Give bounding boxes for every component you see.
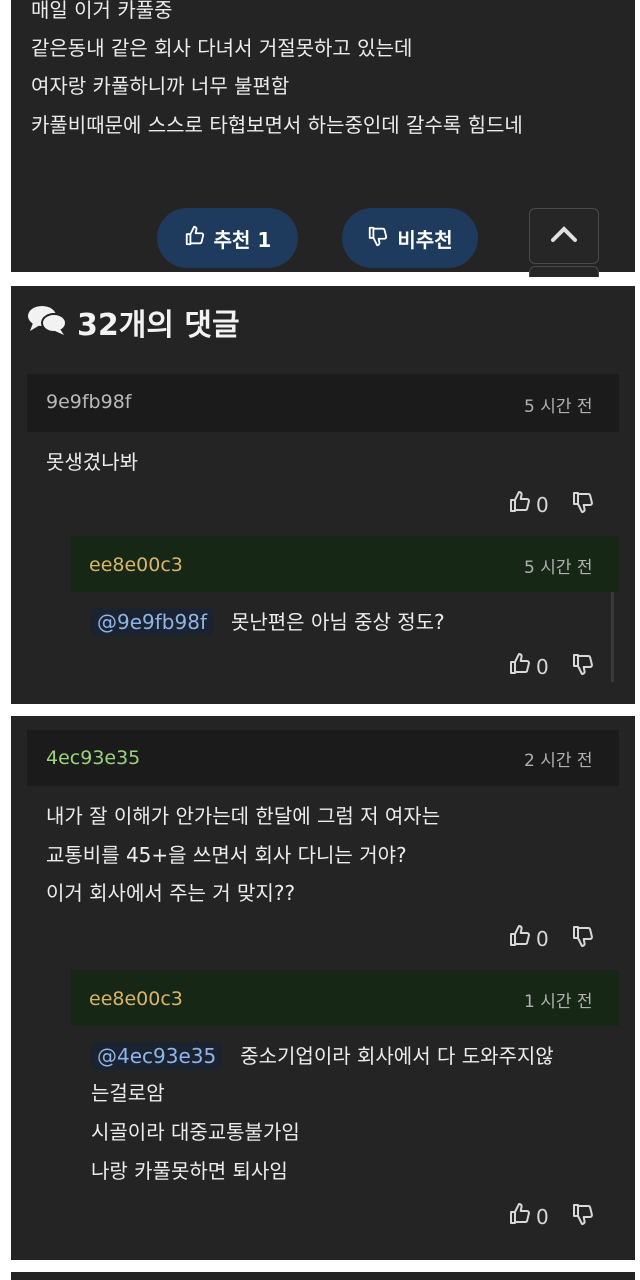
- reply-text-line: 중소기업이라 회사에서 다 도와주지않: [240, 1044, 554, 1068]
- dislike-button[interactable]: [571, 924, 595, 953]
- dislike-button[interactable]: [571, 652, 595, 681]
- post-text-line: 카풀비때문에 스스로 타협보면서 하는중인데 갈수록 힘드네: [31, 113, 523, 137]
- reply-text-line: 못난편은 아님 중상 정도?: [230, 610, 445, 634]
- dislike-button[interactable]: [571, 1202, 595, 1231]
- reply-text-line: 나랑 카풀못하면 퇴사임: [91, 1159, 288, 1183]
- reply-time: 1 시간 전: [524, 992, 593, 1012]
- reply-author[interactable]: ee8e00c3: [89, 554, 183, 576]
- like-button[interactable]: [508, 1202, 532, 1231]
- like-count: 0: [536, 654, 549, 679]
- comment-time: 2 시간 전: [524, 751, 593, 771]
- thumbs-up-icon: [184, 225, 206, 252]
- comment-text-line: 이거 회사에서 주는 거 맞지??: [46, 881, 296, 905]
- reply-text-line: 는걸로암: [91, 1081, 165, 1105]
- like-count: 0: [536, 1204, 549, 1229]
- comment-text-line: 내가 잘 이해가 안가는데 한달에 그럼 저 여자는: [46, 804, 441, 828]
- post-body: 매일 이거 카풀중 같은동내 같은 회사 다녀서 거절못하고 있는데 여자랑 카…: [11, 0, 635, 277]
- scroll-top-button[interactable]: [529, 208, 599, 264]
- thumbs-down-icon: [367, 225, 389, 252]
- comments-header: 32개의 댓글: [27, 300, 240, 344]
- unrecommend-button[interactable]: 비추천: [342, 208, 478, 268]
- comments-section: 32개의 댓글 9e9fb98f 5 시간 전 못생겼나봐 0 ee8e00c3…: [11, 286, 635, 704]
- post-text-line: 같은동내 같은 회사 다녀서 거절못하고 있는데: [31, 36, 413, 60]
- reply-time: 5 시간 전: [524, 558, 593, 578]
- reply-scroll-guide: [611, 592, 614, 682]
- recommend-button[interactable]: 추천 1: [157, 208, 298, 268]
- recommend-label: 추천 1: [213, 227, 272, 252]
- like-button[interactable]: [508, 490, 532, 519]
- comment-time: 5 시간 전: [524, 397, 593, 417]
- post-text-line: 여자랑 카풀하니까 너무 불편함: [31, 74, 290, 98]
- comment-text: 못생겼나봐: [46, 450, 138, 474]
- comment-author[interactable]: 9e9fb98f: [46, 391, 131, 413]
- comment-author[interactable]: 4ec93e35: [46, 747, 140, 769]
- comment-reactions: 0: [508, 490, 595, 519]
- mention-tag[interactable]: @9e9fb98f: [91, 608, 213, 636]
- comment-text-line: 교통비를 45+을 쓰면서 회사 다니는 거야?: [46, 843, 407, 867]
- reply-reactions: 0: [508, 1202, 595, 1231]
- comments-section: 4ec93e35 2 시간 전 내가 잘 이해가 안가는데 한달에 그럼 저 여…: [11, 716, 635, 1260]
- reply-text: @4ec93e35 중소기업이라 회사에서 다 도와주지않: [91, 1040, 554, 1070]
- scroll-bottom-button[interactable]: [529, 266, 599, 277]
- like-button[interactable]: [508, 652, 532, 681]
- like-button[interactable]: [508, 924, 532, 953]
- mention-tag[interactable]: @4ec93e35: [91, 1042, 223, 1070]
- reply-text: @9e9fb98f 못난편은 아님 중상 정도?: [91, 606, 445, 636]
- comment-reactions: 0: [508, 924, 595, 953]
- next-card-edge: [11, 1272, 635, 1280]
- chevron-up-icon: [549, 224, 579, 248]
- comment-count: 32개의 댓글: [77, 308, 240, 343]
- unrecommend-label: 비추천: [397, 227, 453, 252]
- like-count: 0: [536, 492, 549, 517]
- chat-bubbles-icon: [27, 304, 67, 340]
- reply-text-line: 시골이라 대중교통불가임: [91, 1120, 300, 1144]
- reply-reactions: 0: [508, 652, 595, 681]
- reply-author[interactable]: ee8e00c3: [89, 988, 183, 1010]
- like-count: 0: [536, 926, 549, 951]
- post-text-line: 매일 이거 카풀중: [31, 0, 173, 22]
- dislike-button[interactable]: [571, 490, 595, 519]
